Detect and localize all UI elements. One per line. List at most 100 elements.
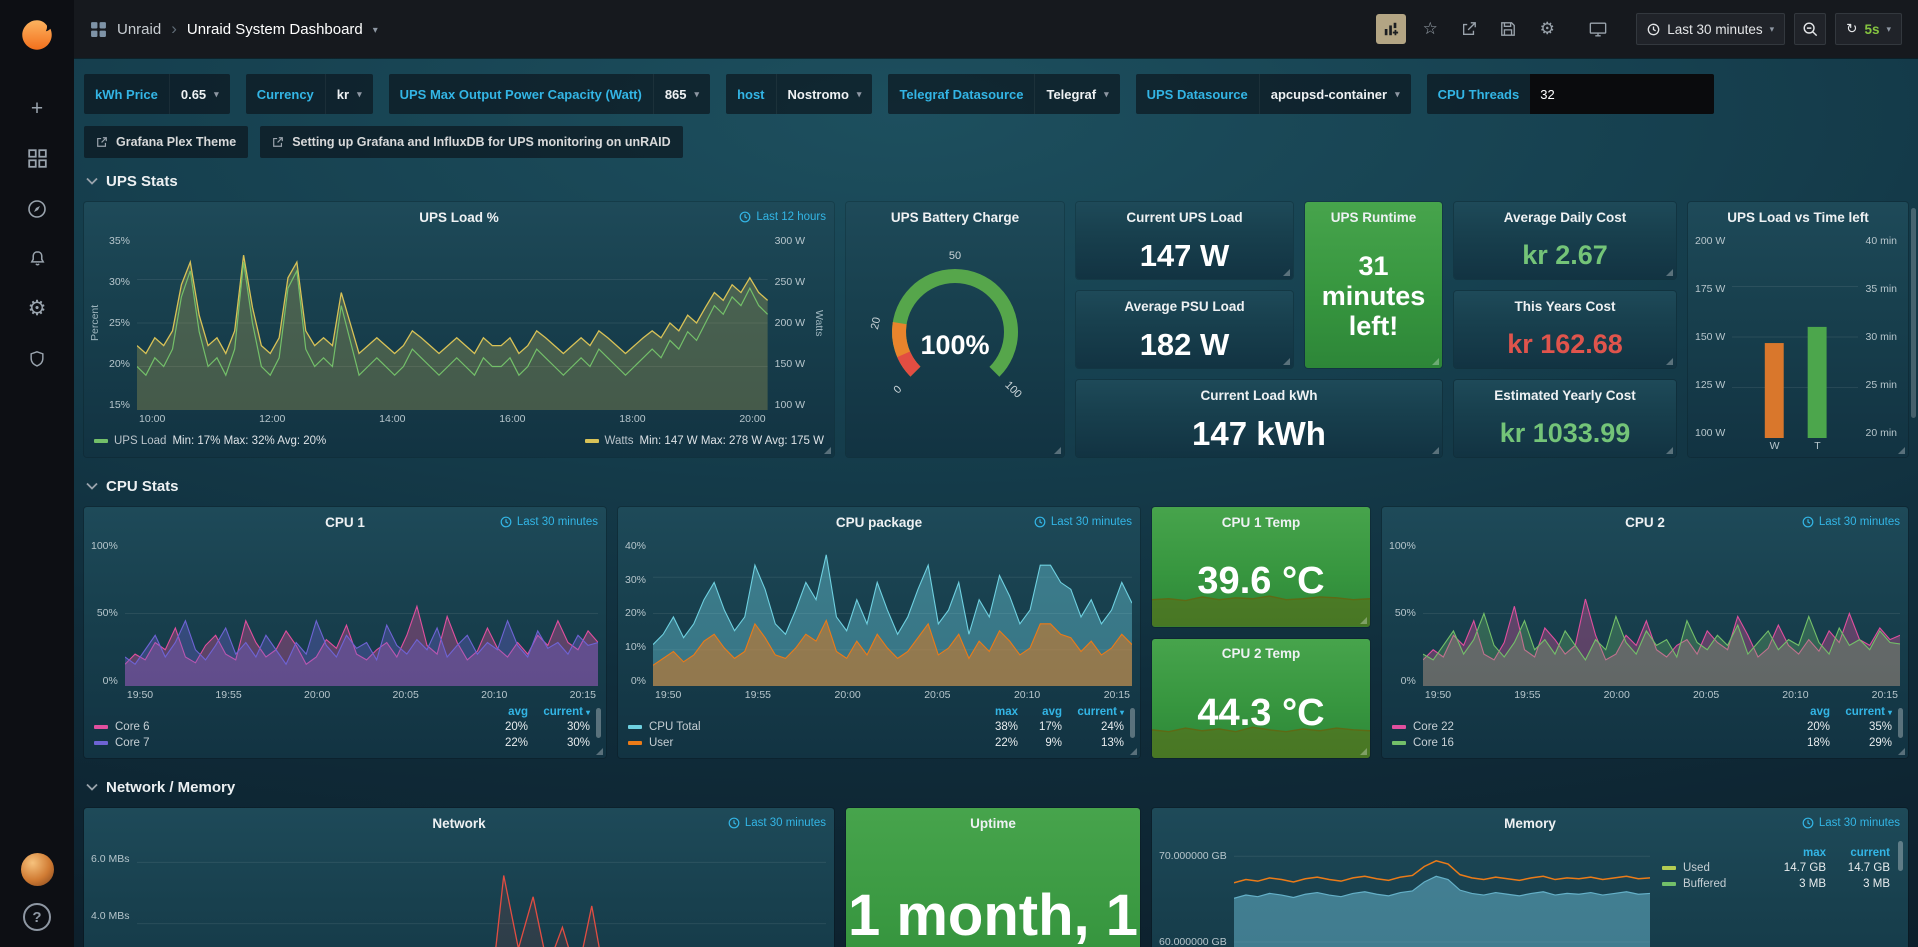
axis-tick: 0% [103,676,118,687]
bell-icon [28,249,47,268]
star-button[interactable]: ☆ [1415,14,1445,44]
panel-title[interactable]: CPU package [836,515,922,530]
legend-col-header[interactable]: current▾ [1830,705,1892,719]
variable-ups-datasource[interactable]: UPS Datasource apcupsd-container▾ [1136,74,1411,114]
row-header-ups-stats[interactable]: UPS Stats [86,166,1908,196]
panel-title[interactable]: Average PSU Load [1124,299,1244,314]
sidebar-create-button[interactable]: + [13,90,61,127]
legend-col-header[interactable]: current▾ [528,705,590,719]
variable-host[interactable]: host Nostromo▾ [726,74,872,114]
scrollbar-thumb[interactable] [1911,208,1916,418]
panel-title[interactable]: Current UPS Load [1126,210,1242,225]
variable-telegraf-datasource[interactable]: Telegraf Datasource Telegraf▾ [888,74,1119,114]
zoom-out-button[interactable] [1794,13,1826,45]
panel-time-range: Last 30 minutes [1802,808,1900,838]
cpu-threads-input[interactable] [1530,74,1714,114]
sidebar-alerting-button[interactable] [13,240,61,277]
time-range-picker[interactable]: Last 30 minutes ▾ [1636,13,1785,45]
panel-title[interactable]: UPS Load vs Time left [1727,210,1869,225]
variable-ups-max-output[interactable]: UPS Max Output Power Capacity (Watt) 865… [389,74,710,114]
ups-bars-chart[interactable] [1732,236,1858,438]
panel-title[interactable]: Average Daily Cost [1504,210,1627,225]
axis-tick: 70.000000 GB [1159,851,1227,862]
breadcrumb[interactable]: Unraid › Unraid System Dashboard ▾ [90,19,378,39]
legend-col-header[interactable]: avg [474,705,528,719]
legend-series[interactable]: Watts [605,435,634,447]
legend-scrollbar[interactable] [1898,841,1903,871]
legend-series[interactable]: CPU Total [628,719,968,735]
axis-tick: 0% [1401,676,1416,687]
panel-title[interactable]: CPU 1 [325,515,365,530]
panel-title[interactable]: Memory [1504,816,1556,831]
dashboard-settings-button[interactable]: ⚙ [1532,14,1562,44]
legend-series[interactable]: Core 6 [94,719,474,735]
panel-title[interactable]: Estimated Yearly Cost [1494,388,1636,403]
legend-col-header[interactable]: max [968,705,1018,719]
legend-col-header[interactable]: avg [1018,705,1062,719]
panel-title[interactable]: CPU 1 Temp [1222,515,1301,530]
panel-legend: max current Used 14.7 GB 14.7 GB Buffere… [1658,838,1908,947]
cpu1-chart[interactable] [125,541,598,686]
panel-title[interactable]: CPU 2 [1625,515,1665,530]
user-avatar[interactable] [21,853,54,886]
sidebar-explore-button[interactable] [13,190,61,227]
legend-series[interactable]: Used [1662,860,1762,876]
clock-icon [1802,516,1814,528]
legend-value: 29% [1830,735,1892,751]
panel-title[interactable]: UPS Battery Charge [891,210,1019,225]
caret-down-icon: ▾ [1770,24,1775,35]
link-ups-monitoring-guide[interactable]: Setting up Grafana and InfluxDB for UPS … [260,126,682,158]
panel-title[interactable]: Network [432,816,485,831]
axis-tick: 175 W [1695,284,1725,295]
legend-series[interactable]: Core 16 [1392,735,1776,751]
axis-tick: 100 W [775,400,805,411]
ups-load-chart[interactable] [137,236,768,410]
legend-scrollbar[interactable] [1898,708,1903,738]
save-button[interactable] [1493,14,1523,44]
share-button[interactable] [1454,14,1484,44]
panel-title[interactable]: UPS Load % [419,210,499,225]
legend-series[interactable]: Core 7 [94,735,474,751]
legend-series[interactable]: Core 22 [1392,719,1776,735]
row-header-cpu-stats[interactable]: CPU Stats [86,471,1908,501]
variable-kwh-price[interactable]: kWh Price 0.65▾ [84,74,230,114]
page-scrollbar[interactable] [1911,58,1916,947]
network-chart[interactable] [137,842,826,947]
link-grafana-plex-theme[interactable]: Grafana Plex Theme [84,126,248,158]
y-axis-ticks: 70.000000 GB60.000000 GB50.000000 GB [1156,842,1230,947]
external-link-icon [272,136,284,148]
help-button[interactable]: ? [23,903,51,931]
legend-col-header[interactable]: max [1762,846,1826,860]
legend-series[interactable]: Buffered [1662,876,1762,892]
memory-chart[interactable] [1234,842,1650,947]
panel-title[interactable]: Current Load kWh [1201,388,1318,403]
panel-title[interactable]: This Years Cost [1514,299,1615,314]
chevron-right-icon: › [171,19,177,39]
breadcrumb-dashboard-title[interactable]: Unraid System Dashboard [187,21,363,38]
refresh-picker[interactable]: ↻ 5s ▾ [1835,13,1902,45]
legend-series[interactable]: User [628,735,968,751]
legend-col-header[interactable]: current▾ [1062,705,1124,719]
panel-title[interactable]: UPS Runtime [1331,210,1417,225]
network-memory-row: Network Last 30 minutes 6.0 MBs4.0 MBs2.… [84,808,1908,947]
sidebar-configuration-button[interactable]: ⚙ [13,290,61,327]
panel-title[interactable]: CPU 2 Temp [1222,646,1301,661]
cpu2-chart[interactable] [1423,541,1900,686]
variable-currency[interactable]: Currency kr▾ [246,74,373,114]
grafana-logo[interactable] [0,0,74,70]
legend-scrollbar[interactable] [596,708,601,738]
breadcrumb-app[interactable]: Unraid [117,21,161,38]
add-panel-button[interactable] [1376,14,1406,44]
panel-title[interactable]: Uptime [970,816,1016,831]
legend-col-header[interactable]: current [1826,846,1890,860]
legend-col-header[interactable]: avg [1776,705,1830,719]
legend-series[interactable]: UPS Load [114,435,166,447]
row-header-network-memory[interactable]: Network / Memory [86,772,1908,802]
cpu-package-chart[interactable] [653,541,1132,686]
legend-scrollbar[interactable] [1130,708,1135,738]
axis-tick: 15% [109,400,130,411]
axis-tick: 20:00 [304,689,330,701]
cycle-view-button[interactable] [1583,14,1613,44]
sidebar-dashboards-button[interactable] [13,140,61,177]
sidebar-server-admin-button[interactable] [13,340,61,377]
